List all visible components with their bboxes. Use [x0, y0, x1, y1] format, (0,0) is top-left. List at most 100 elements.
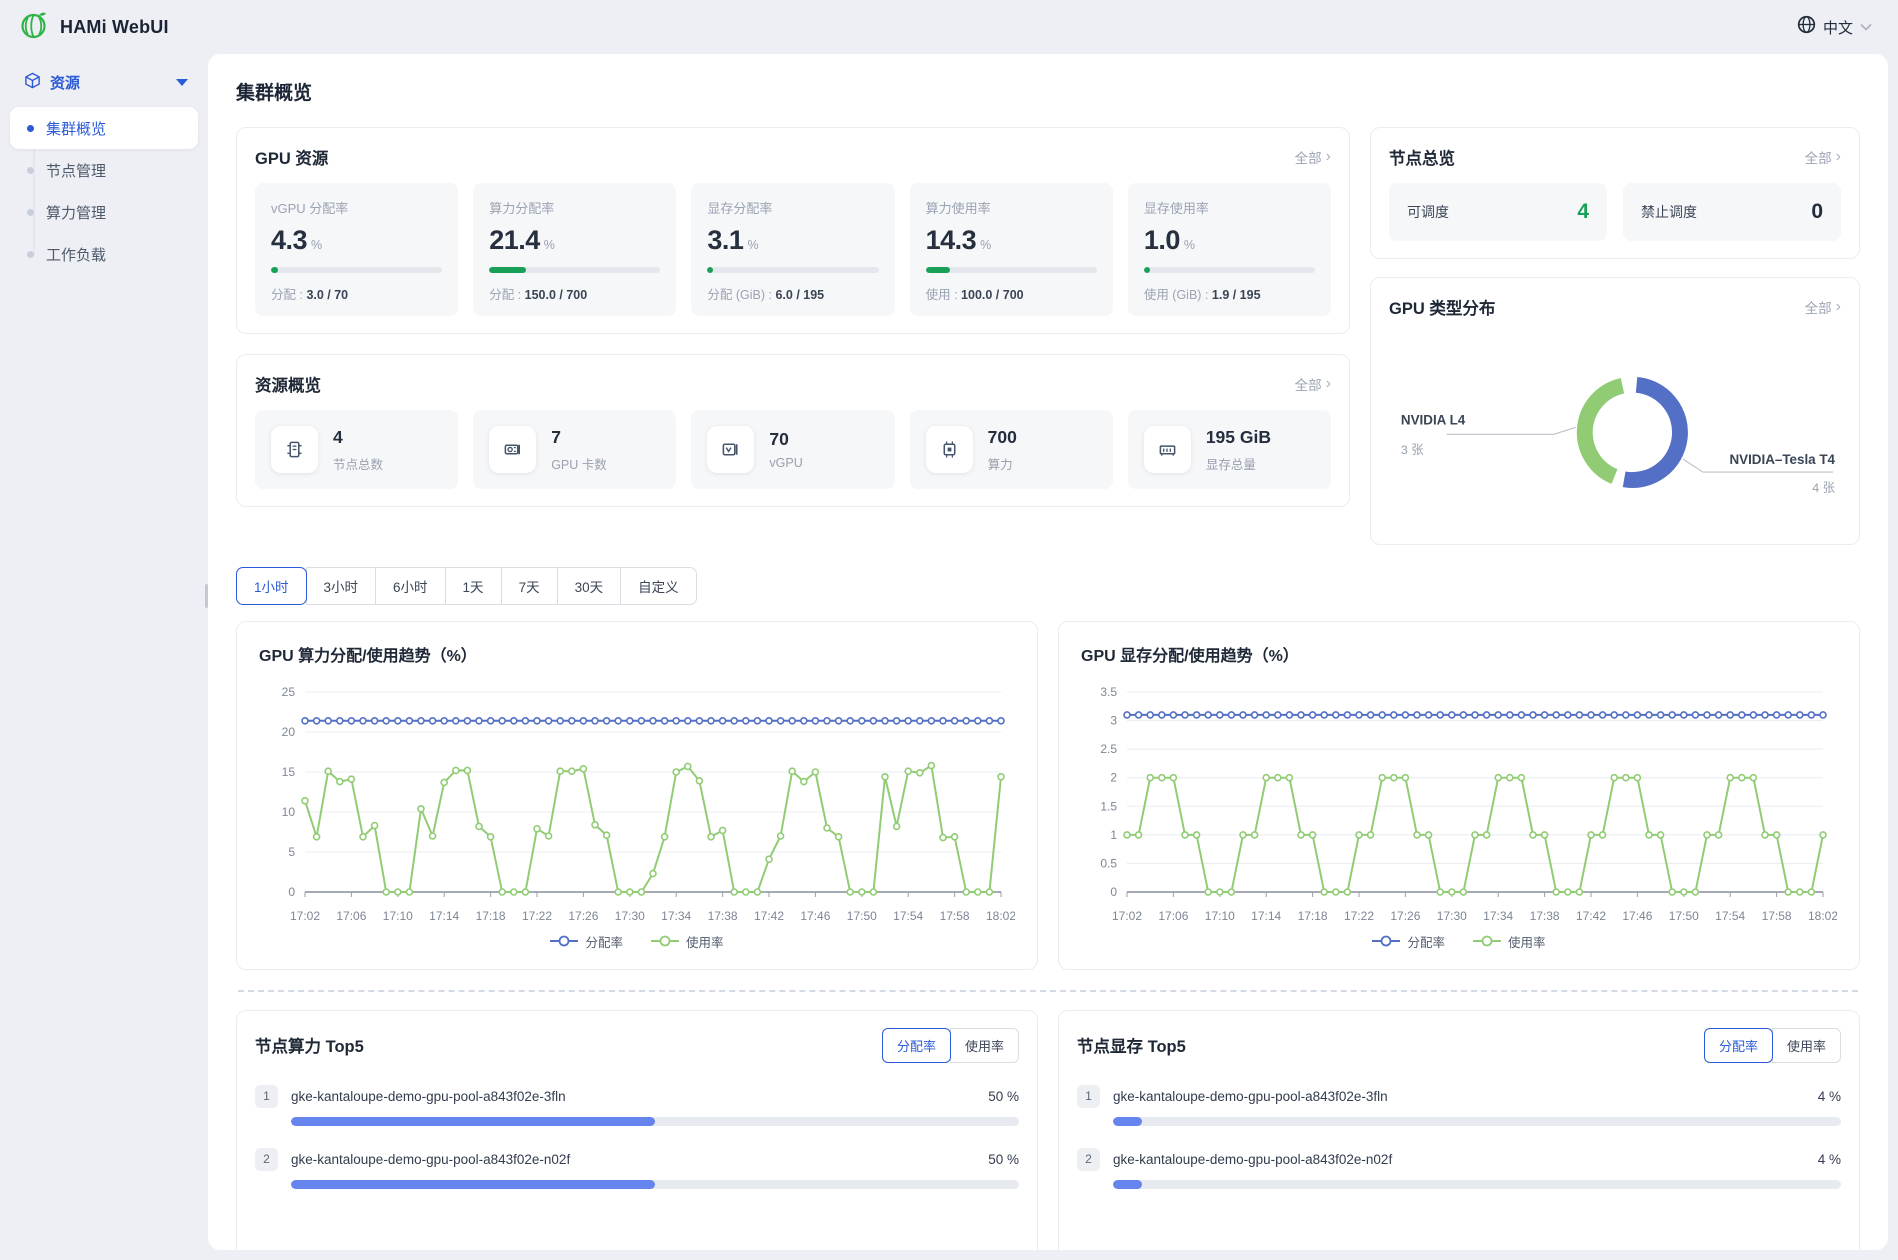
time-tab-6h[interactable]: 6小时 — [375, 567, 446, 605]
node-compute-top5-card: 节点算力 Top5 分配率 使用率 1 gke-kantaloupe-demo-… — [236, 1010, 1038, 1250]
tab-usage-rate[interactable]: 使用率 — [1772, 1028, 1841, 1063]
language-selector[interactable]: 中文 — [1797, 15, 1872, 39]
sidebar-item-workloads[interactable]: 工作负载 — [10, 233, 198, 275]
sidebar-resize-handle[interactable] — [205, 584, 208, 608]
chevron-down-icon — [1860, 18, 1872, 36]
progress-bar — [1144, 267, 1315, 273]
resource-overview-all-link[interactable]: 全部 › — [1295, 374, 1331, 394]
time-tab-1h[interactable]: 1小时 — [236, 567, 307, 605]
sidebar-item-label: 集群概览 — [46, 118, 106, 139]
node-overview-all-link[interactable]: 全部 › — [1805, 147, 1841, 167]
schedulable-box: 可调度 4 — [1389, 183, 1607, 241]
sidebar-item-cluster-overview[interactable]: 集群概览 — [10, 107, 198, 149]
progress-bar — [1113, 1180, 1841, 1189]
svg-text:17:42: 17:42 — [1576, 909, 1606, 923]
compute-trend-line-chart[interactable]: 051015202517:0217:0617:1017:1417:1817:22… — [259, 676, 1015, 928]
svg-text:18:02: 18:02 — [986, 909, 1015, 923]
svg-text:2.5: 2.5 — [1100, 742, 1117, 756]
stat-unit: % — [311, 238, 322, 252]
tab-alloc-rate[interactable]: 分配率 — [882, 1028, 951, 1063]
table-row: 1 gke-kantaloupe-demo-gpu-pool-a843f02e-… — [1077, 1085, 1841, 1126]
sidebar-item-compute-management[interactable]: 算力管理 — [10, 191, 198, 233]
svg-text:17:38: 17:38 — [708, 909, 738, 923]
stat-unit: % — [544, 238, 555, 252]
svg-text:17:18: 17:18 — [1298, 909, 1328, 923]
svg-text:25: 25 — [282, 685, 296, 699]
sidebar-item-node-management[interactable]: 节点管理 — [10, 149, 198, 191]
overview-value: 70 — [769, 429, 802, 450]
legend-item-alloc[interactable]: 分配率 — [550, 932, 623, 951]
sidebar-group-resources[interactable]: 资源 — [10, 62, 198, 103]
svg-text:0: 0 — [288, 885, 295, 899]
tab-usage-rate[interactable]: 使用率 — [950, 1028, 1019, 1063]
rank-badge: 1 — [1077, 1085, 1100, 1108]
memory-trend-line-chart[interactable]: 00.511.522.533.517:0217:0617:1017:1417:1… — [1081, 676, 1837, 928]
svg-text:17:42: 17:42 — [754, 909, 784, 923]
node-overview-card: 节点总览 全部 › 可调度 4 禁止调 — [1370, 127, 1860, 259]
stat-value: 21.4 — [489, 225, 540, 256]
svg-text:17:50: 17:50 — [847, 909, 877, 923]
stat-card-compute-usage: 算力使用率 14.3% 使用 : 100.0 / 700 — [910, 183, 1113, 316]
overview-value: 4 — [333, 427, 383, 448]
node-icon — [271, 426, 318, 473]
time-tab-3h[interactable]: 3小时 — [306, 567, 377, 605]
compute-trend-chart-card: GPU 算力分配/使用趋势（%） 051015202517:0217:0617:… — [236, 621, 1038, 970]
node-name: gke-kantaloupe-demo-gpu-pool-a843f02e-3f… — [1113, 1089, 1388, 1104]
legend-item-alloc[interactable]: 分配率 — [1372, 932, 1445, 951]
gpu-card-icon — [489, 426, 536, 473]
rank-badge: 2 — [255, 1148, 278, 1171]
top-bar: HAMi WebUI 中文 — [0, 0, 1898, 54]
overview-card-compute: 700算力 — [910, 410, 1113, 489]
gpu-resources-all-link[interactable]: 全部 › — [1295, 147, 1331, 167]
time-tab-1d[interactable]: 1天 — [445, 567, 502, 605]
sidebar-menu: 集群概览 节点管理 算力管理 工作负载 — [10, 107, 198, 275]
stat-label: 显存使用率 — [1144, 198, 1315, 217]
legend-item-usage[interactable]: 使用率 — [651, 932, 724, 951]
caret-down-icon — [176, 79, 188, 86]
gpu-type-all-link[interactable]: 全部 › — [1805, 297, 1841, 317]
svg-text:17:18: 17:18 — [476, 909, 506, 923]
svg-text:17:10: 17:10 — [1205, 909, 1235, 923]
stat-card-memory-alloc: 显存分配率 3.1% 分配 (GiB) : 6.0 / 195 — [691, 183, 894, 316]
menu-dot-icon — [27, 125, 34, 132]
legend-item-usage[interactable]: 使用率 — [1473, 932, 1546, 951]
time-tab-30d[interactable]: 30天 — [557, 567, 622, 605]
memory-trend-title: GPU 显存分配/使用趋势（%） — [1081, 642, 1837, 666]
table-row: 2 gke-kantaloupe-demo-gpu-pool-a843f02e-… — [1077, 1148, 1841, 1189]
svg-text:17:10: 17:10 — [383, 909, 413, 923]
main-panel: 集群概览 GPU 资源 全部 › vGPU 分配率 — [208, 54, 1888, 1250]
unschedulable-label: 禁止调度 — [1641, 202, 1697, 222]
donut-slice-tesla-t4[interactable] — [1624, 385, 1680, 480]
svg-text:1.5: 1.5 — [1100, 799, 1117, 813]
svg-text:17:26: 17:26 — [568, 909, 598, 923]
cube-icon — [24, 72, 41, 93]
dashed-separator — [238, 990, 1858, 992]
overview-label: 显存总量 — [1206, 454, 1271, 473]
all-link-label: 全部 — [1295, 147, 1322, 167]
menu-dot-icon — [27, 251, 34, 258]
overview-card-gpu-count: 7GPU 卡数 — [473, 410, 676, 489]
svg-text:17:22: 17:22 — [1344, 909, 1374, 923]
time-tab-custom[interactable]: 自定义 — [620, 567, 697, 605]
legend-label: 使用率 — [1508, 932, 1546, 951]
node-percent: 4 % — [1818, 1152, 1841, 1167]
stat-footer-value: 100.0 / 700 — [961, 288, 1024, 302]
svg-text:1: 1 — [1110, 828, 1117, 842]
svg-text:17:54: 17:54 — [893, 909, 923, 923]
stat-value: 3.1 — [707, 225, 743, 256]
stat-footer-label: 使用 (GiB) : — [1144, 288, 1209, 302]
gpu-resources-card: GPU 资源 全部 › vGPU 分配率 4.3% 分配 : 3 — [236, 127, 1350, 334]
compute-icon — [926, 426, 973, 473]
donut-slice-l4[interactable] — [1585, 386, 1623, 477]
stat-unit: % — [747, 238, 758, 252]
node-percent: 50 % — [988, 1152, 1019, 1167]
tab-alloc-rate[interactable]: 分配率 — [1704, 1028, 1773, 1063]
chevron-right-icon: › — [1326, 376, 1331, 392]
chevron-right-icon: › — [1836, 149, 1841, 165]
node-overview-title: 节点总览 — [1389, 145, 1455, 169]
time-tab-7d[interactable]: 7天 — [501, 567, 558, 605]
progress-bar — [291, 1117, 1019, 1126]
stat-unit: % — [1184, 238, 1195, 252]
overview-value: 700 — [988, 427, 1017, 448]
donut-count-l4: 3 张 — [1401, 443, 1424, 457]
